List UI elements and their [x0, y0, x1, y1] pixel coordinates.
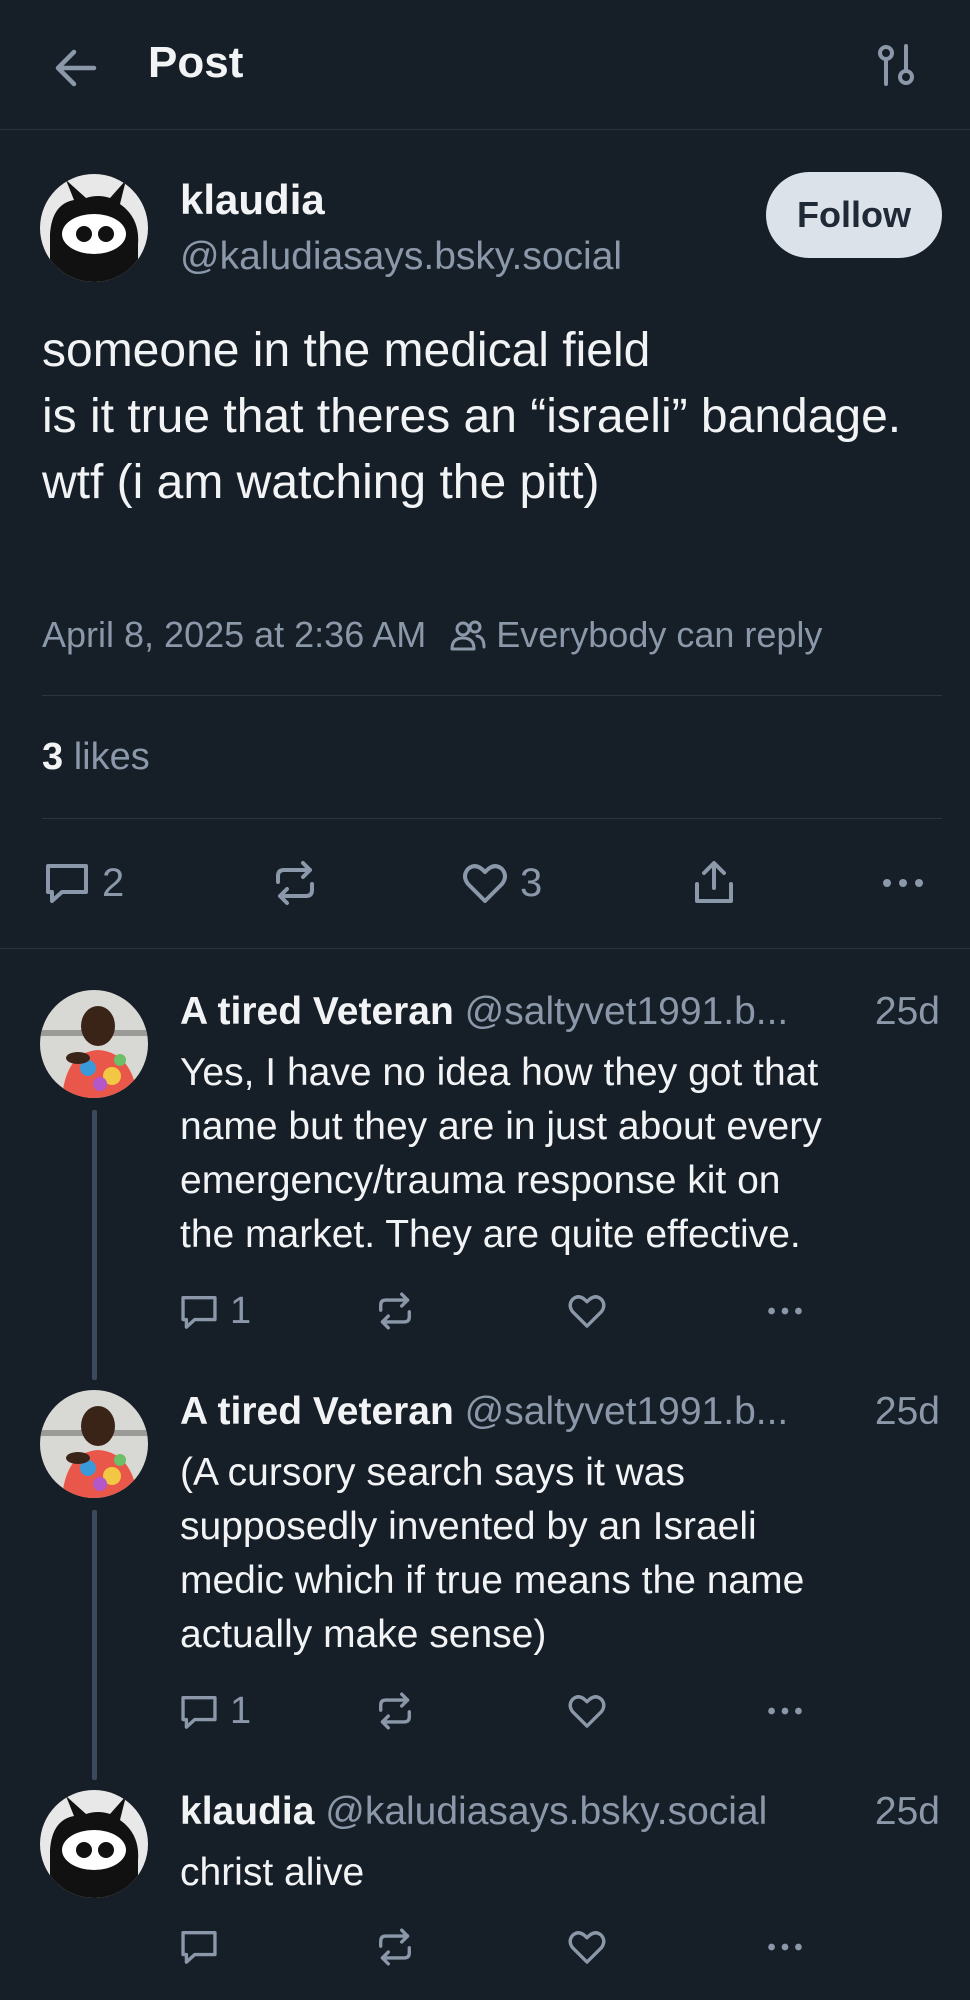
comment-icon	[181, 1931, 217, 1964]
reply-time: 25d	[874, 990, 940, 1033]
likes-count[interactable]: 3 likes	[42, 736, 150, 779]
reply-author-name[interactable]: A tired Veteran	[180, 990, 454, 1033]
heart-icon	[568, 1295, 606, 1328]
reply-avatar[interactable]	[40, 1390, 148, 1498]
reply-author-name[interactable]: A tired Veteran	[180, 1390, 454, 1433]
like-button[interactable]	[566, 1690, 608, 1732]
divider	[0, 948, 970, 949]
heart-icon	[463, 864, 507, 903]
more-icon	[768, 1307, 802, 1315]
author-name[interactable]: klaudia	[180, 176, 325, 224]
reply-author-name[interactable]: klaudia	[180, 1790, 314, 1833]
reply-button[interactable]: 1	[178, 1290, 251, 1333]
thread-line	[92, 1110, 97, 1380]
post-text: someone in the medical field is it true …	[42, 324, 902, 509]
author-handle[interactable]: @kaludiasays.bsky.social	[180, 235, 622, 279]
people-icon	[450, 620, 486, 651]
comment-icon	[181, 1295, 217, 1329]
like-button[interactable]	[566, 1926, 608, 1968]
sliders-icon[interactable]	[872, 40, 924, 92]
divider	[42, 818, 942, 819]
like-button[interactable]	[566, 1290, 608, 1332]
comment-icon	[181, 1695, 217, 1729]
repost-button[interactable]	[374, 1290, 416, 1332]
reply-author-handle[interactable]: @saltyvet1991.b...	[465, 990, 789, 1033]
share-icon	[695, 861, 733, 903]
repost-icon	[379, 1292, 411, 1330]
page-title: Post	[148, 38, 244, 87]
share-button[interactable]	[689, 858, 739, 908]
reply-avatar[interactable]	[40, 990, 148, 1098]
author-avatar[interactable]	[40, 174, 148, 282]
more-options-button[interactable]	[764, 1690, 806, 1732]
reply-header: A tired Veteran @saltyvet1991.b...	[180, 990, 788, 1034]
more-icon	[883, 879, 923, 887]
reply-text: (A cursory search says it was supposedly…	[180, 1451, 805, 1656]
more-icon	[768, 1943, 802, 1951]
reply-button[interactable]: 2	[42, 858, 124, 908]
header: Post	[0, 0, 970, 130]
comment-icon	[46, 864, 88, 903]
repost-icon	[379, 1692, 411, 1730]
like-button[interactable]: 3	[460, 858, 542, 908]
more-options-button[interactable]	[878, 858, 928, 908]
arrow-left-icon[interactable]	[50, 42, 102, 94]
reply-header: klaudia @kaludiasays.bsky.social	[180, 1790, 767, 1834]
reply-author-handle[interactable]: @kaludiasays.bsky.social	[325, 1790, 767, 1833]
reply-header: A tired Veteran @saltyvet1991.b...	[180, 1390, 788, 1434]
repost-icon	[379, 1928, 411, 1966]
post-meta: April 8, 2025 at 2:36 AM Everybody can r…	[42, 614, 822, 656]
repost-button[interactable]	[374, 1690, 416, 1732]
divider	[42, 695, 942, 696]
reply-button[interactable]: 1	[178, 1690, 251, 1733]
repost-button[interactable]	[374, 1926, 416, 1968]
post-timestamp: April 8, 2025 at 2:36 AM	[42, 614, 427, 655]
heart-icon	[568, 1695, 606, 1728]
reply-time: 25d	[874, 1790, 940, 1833]
repost-icon	[276, 861, 314, 905]
reply-time: 25d	[874, 1390, 940, 1433]
reply-setting[interactable]: Everybody can reply	[496, 614, 822, 656]
more-options-button[interactable]	[764, 1290, 806, 1332]
reply-text: christ alive	[180, 1851, 365, 1894]
heart-icon	[568, 1931, 606, 1964]
thread-line	[92, 1510, 97, 1780]
repost-button[interactable]	[270, 858, 320, 908]
more-icon	[768, 1707, 802, 1715]
reply-button[interactable]	[178, 1926, 220, 1968]
follow-button[interactable]: Follow	[766, 172, 942, 258]
reply-text: Yes, I have no idea how they got that na…	[180, 1051, 822, 1256]
reply-author-handle[interactable]: @saltyvet1991.b...	[465, 1390, 789, 1433]
reply-avatar[interactable]	[40, 1790, 148, 1898]
more-options-button[interactable]	[764, 1926, 806, 1968]
